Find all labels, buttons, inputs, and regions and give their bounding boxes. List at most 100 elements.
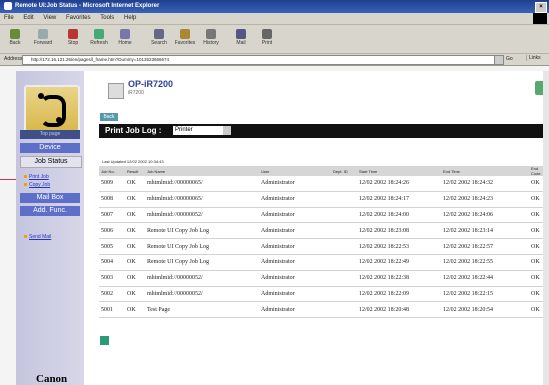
table-cell: Administrator bbox=[259, 176, 331, 192]
mail-icon bbox=[236, 29, 246, 39]
table-row: 5008 OK mhtmlmid://00000065/Administrator 1… bbox=[99, 191, 549, 208]
table-cell: OK bbox=[125, 191, 145, 208]
table-cell: 12/02 2002 18:23:14 bbox=[441, 222, 529, 240]
table-cell: OK bbox=[125, 207, 145, 224]
history-button[interactable]: History bbox=[198, 27, 224, 51]
table-cell: 5003 bbox=[99, 270, 125, 287]
nav-add-func[interactable]: Add. Func. bbox=[20, 206, 80, 216]
table-cell: 12/02 2002 18:24:00 bbox=[357, 207, 441, 224]
send-mail-link[interactable]: Send Mail bbox=[24, 234, 51, 240]
menu-tools[interactable]: Tools bbox=[100, 13, 114, 24]
table-cell: mhtmlmid://00000052/ bbox=[145, 207, 259, 224]
chevron-down-icon[interactable] bbox=[223, 126, 231, 135]
copy-job-link[interactable]: Copy Job bbox=[24, 182, 50, 188]
print-job-link[interactable]: Print Job bbox=[24, 174, 49, 180]
column-header: Result bbox=[125, 166, 145, 176]
menu-edit[interactable]: Edit bbox=[23, 13, 33, 24]
menu-bar: File Edit View Favorites Tools Help bbox=[0, 13, 549, 25]
address-input[interactable]: http://172.16.121.26/en/pages/l_frame.ht… bbox=[22, 55, 502, 65]
sidebar: Top page Device Job Status Print Job Cop… bbox=[16, 71, 84, 385]
back-link-button[interactable]: Back bbox=[100, 113, 118, 121]
favorites-icon bbox=[180, 29, 190, 39]
table-cell: 12/02 2002 18:23:08 bbox=[357, 222, 441, 240]
table-cell: Remote UI Copy Job Log bbox=[145, 254, 259, 271]
table-cell: 5006 bbox=[99, 222, 125, 240]
table-cell: 5002 bbox=[99, 286, 125, 303]
home-button[interactable]: Home bbox=[112, 27, 138, 51]
address-bar: Address http://172.16.121.26/en/pages/l_… bbox=[0, 54, 549, 66]
table-cell: 12/02 2002 18:22:49 bbox=[357, 254, 441, 271]
table-cell: OK bbox=[125, 301, 145, 319]
column-header: Start Time bbox=[357, 166, 441, 176]
nav-device[interactable]: Device bbox=[20, 143, 80, 153]
links-button[interactable]: Links bbox=[526, 55, 541, 61]
section-title: Print Job Log : bbox=[105, 126, 162, 135]
forward-button[interactable]: Forward bbox=[30, 27, 56, 51]
table-cell: Administrator bbox=[259, 301, 331, 319]
table-cell: Administrator bbox=[259, 207, 331, 224]
remote-ui-logo bbox=[24, 85, 80, 132]
refresh-button[interactable]: Refresh bbox=[86, 27, 112, 51]
menu-file[interactable]: File bbox=[4, 13, 14, 24]
table-cell: mhtmlmid://00000052/ bbox=[145, 286, 259, 303]
favorites-button[interactable]: Favorites bbox=[172, 27, 198, 51]
table-cell: Administrator bbox=[259, 270, 331, 287]
home-icon bbox=[120, 29, 130, 39]
table-cell: 12/02 2002 18:22:53 bbox=[357, 238, 441, 255]
menu-help[interactable]: Help bbox=[124, 13, 136, 24]
address-dropdown-icon[interactable] bbox=[494, 55, 504, 65]
table-row: 5003 OK mhtmlmid://00000052/Administrator 1… bbox=[99, 270, 549, 287]
table-cell: 12/02 2002 18:22:15 bbox=[441, 286, 529, 303]
table-cell bbox=[331, 286, 357, 303]
table-cell bbox=[331, 238, 357, 255]
table-cell: 5004 bbox=[99, 254, 125, 271]
windows-logo-icon bbox=[533, 13, 547, 24]
stop-button[interactable]: Stop bbox=[60, 27, 86, 51]
close-window-icon[interactable]: × bbox=[535, 2, 547, 13]
nav-mail-box[interactable]: Mail Box bbox=[20, 193, 80, 203]
device-model: iR7200 bbox=[128, 90, 144, 96]
table-cell: 5008 bbox=[99, 191, 125, 208]
device-icon bbox=[108, 83, 124, 99]
print-button[interactable]: Print bbox=[254, 27, 280, 51]
table-cell bbox=[331, 222, 357, 240]
table-cell: Administrator bbox=[259, 254, 331, 271]
table-cell: 5009 bbox=[99, 176, 125, 192]
last-updated: Last Updated 12/02 2002 10:34:43 bbox=[102, 159, 164, 164]
table-cell: 12/02 2002 18:20:48 bbox=[357, 301, 441, 319]
table-cell: 12/02 2002 18:22:09 bbox=[357, 286, 441, 303]
ie-logo-icon bbox=[4, 2, 12, 10]
table-row: 5009 OK mhtmlmid://00000065/Administrator 1… bbox=[99, 176, 549, 192]
column-header: Job No. bbox=[99, 166, 125, 176]
table-row: 5004 OK Remote UI Copy Job Log Administrato… bbox=[99, 254, 549, 271]
menu-favorites[interactable]: Favorites bbox=[66, 13, 91, 24]
mail-button[interactable]: Mail bbox=[228, 27, 254, 51]
table-cell: OK bbox=[125, 176, 145, 192]
table-row: 5006 OK Remote UI Copy Job Log Administrato… bbox=[99, 222, 549, 240]
scrollbar[interactable] bbox=[543, 71, 549, 385]
canon-logo: Canon bbox=[36, 373, 68, 385]
table-cell: 5001 bbox=[99, 301, 125, 319]
table-cell bbox=[331, 254, 357, 271]
forward-arrow-icon bbox=[38, 29, 48, 39]
table-cell: OK bbox=[125, 270, 145, 287]
divider-line bbox=[0, 179, 16, 180]
search-button[interactable]: Search bbox=[146, 27, 172, 51]
log-type-select[interactable]: Printer bbox=[173, 126, 231, 135]
menu-view[interactable]: View bbox=[43, 13, 56, 24]
table-cell: 12/02 2002 18:22:55 bbox=[441, 254, 529, 271]
table-cell: OK bbox=[125, 286, 145, 303]
table-cell: mhtmlmid://00000052/ bbox=[145, 270, 259, 287]
table-cell: 12/02 2002 18:22:38 bbox=[357, 270, 441, 287]
table-header-row: Job No. Result Job Name User Dept. ID St… bbox=[99, 166, 549, 176]
nav-job-status[interactable]: Job Status bbox=[20, 156, 82, 168]
main-content: OP-iR7200 iR7200 Back Print Job Log : Pr… bbox=[84, 71, 549, 385]
table-cell: Test Page bbox=[145, 301, 259, 319]
back-button[interactable]: Back bbox=[2, 27, 28, 51]
table-cell: OK bbox=[125, 238, 145, 255]
table-cell: Administrator bbox=[259, 191, 331, 208]
go-button[interactable]: Go bbox=[506, 56, 513, 62]
page-icon[interactable] bbox=[100, 336, 109, 345]
browser-toolbar: Back Forward Stop Refresh Home Search Fa… bbox=[0, 25, 549, 54]
top-page-link[interactable]: Top page bbox=[20, 130, 80, 139]
